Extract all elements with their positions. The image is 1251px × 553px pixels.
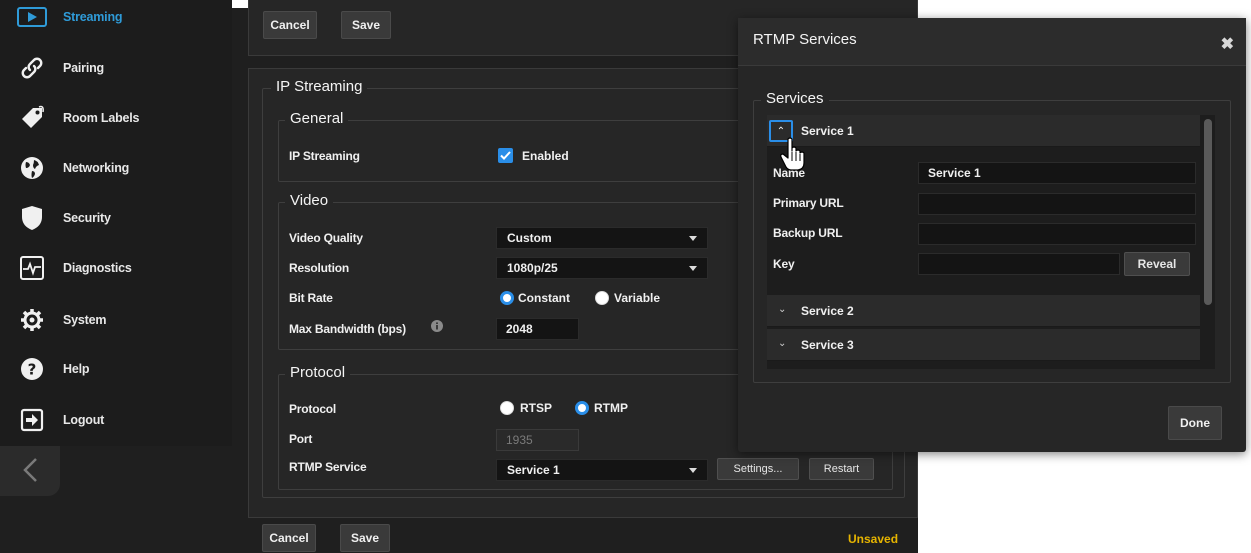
section-title-protocol: Protocol [285, 364, 351, 381]
sidebar-item-pairing[interactable]: Pairing [0, 43, 232, 93]
sidebar-item-help[interactable]: ? Help [0, 344, 232, 394]
sidebar-item-label: Logout [63, 413, 105, 427]
sidebar: Streaming Pairing Room Labels Networking… [0, 0, 232, 446]
service-1-header[interactable]: ⌃ Service 1 [767, 115, 1200, 147]
ip-streaming-checkbox[interactable] [498, 148, 513, 163]
backup-url-input[interactable] [918, 223, 1196, 245]
done-button[interactable]: Done [1168, 406, 1222, 440]
tag-icon [14, 105, 50, 131]
ip-streaming-label: IP Streaming [289, 149, 360, 163]
play-icon [14, 7, 50, 27]
save-button-bottom[interactable]: Save [340, 524, 390, 552]
modal-title: RTMP Services [753, 31, 857, 48]
pulse-icon [14, 256, 50, 280]
chevron-left-icon [21, 456, 39, 487]
services-list: ⌃ Service 1 Name Service 1 Primary URL B… [767, 115, 1215, 369]
hand-cursor-icon [780, 137, 806, 174]
save-button[interactable]: Save [341, 11, 391, 39]
protocol-rtsp-label: RTSP [520, 401, 553, 415]
sidebar-collapse-button[interactable] [0, 446, 60, 496]
service-2-title: Service 2 [801, 304, 854, 318]
shield-icon [14, 205, 50, 231]
cancel-button-bottom[interactable]: Cancel [262, 524, 316, 552]
resolution-value: 1080p/25 [507, 261, 558, 275]
key-label: Key [773, 257, 795, 271]
bitrate-constant-radio[interactable] [500, 291, 514, 305]
section-title-video: Video [285, 192, 334, 209]
caret-down-icon [689, 468, 697, 473]
sidebar-item-label: Security [63, 211, 111, 225]
service-1-title: Service 1 [801, 124, 854, 138]
service-3-title: Service 3 [801, 338, 854, 352]
sidebar-item-label: Help [63, 362, 90, 376]
bit-rate-label: Bit Rate [289, 291, 333, 305]
primary-url-label: Primary URL [773, 196, 844, 210]
sidebar-item-streaming[interactable]: Streaming [0, 0, 232, 42]
key-input[interactable] [918, 253, 1120, 275]
sidebar-item-networking[interactable]: Networking [0, 143, 232, 193]
rtmp-service-select[interactable]: Service 1 [496, 459, 708, 481]
svg-text:?: ? [28, 361, 37, 379]
section-title-general: General [285, 110, 349, 127]
protocol-label: Protocol [289, 402, 337, 416]
service-2-header[interactable]: ⌄ Service 2 [767, 295, 1200, 327]
gear-icon [14, 308, 50, 332]
sidebar-item-security[interactable]: Security [0, 193, 232, 243]
link-icon [14, 56, 50, 80]
max-bandwidth-label: Max Bandwidth (bps) [289, 322, 406, 336]
settings-button[interactable]: Settings... [717, 458, 799, 480]
globe-icon [14, 156, 50, 180]
services-scrollbar[interactable] [1204, 119, 1212, 305]
sidebar-item-label: Room Labels [63, 111, 140, 125]
protocol-rtmp-label: RTMP [594, 401, 628, 415]
close-icon[interactable]: ✖ [1221, 34, 1234, 54]
chevron-down-icon: ⌄ [778, 338, 787, 349]
service-3-header[interactable]: ⌄ Service 3 [767, 329, 1200, 361]
info-icon[interactable] [431, 320, 443, 335]
video-quality-value: Custom [507, 231, 552, 245]
primary-url-input[interactable] [918, 193, 1196, 215]
sidebar-item-diagnostics[interactable]: Diagnostics [0, 243, 232, 293]
bitrate-constant-label: Constant [518, 291, 570, 305]
video-quality-label: Video Quality [289, 231, 363, 245]
caret-down-icon [689, 266, 697, 271]
bitrate-variable-radio[interactable] [595, 291, 609, 305]
restart-button[interactable]: Restart [809, 458, 874, 480]
sidebar-item-room-labels[interactable]: Room Labels [0, 93, 232, 143]
unsaved-status: Unsaved [848, 532, 899, 546]
resolution-select[interactable]: 1080p/25 [496, 257, 708, 279]
logout-icon [14, 408, 50, 432]
sidebar-item-logout[interactable]: Logout [0, 395, 232, 445]
sidebar-item-system[interactable]: System [0, 295, 232, 345]
modal-header: RTMP Services ✖ [738, 18, 1246, 66]
help-icon: ? [14, 357, 50, 381]
service-name-input[interactable]: Service 1 [918, 162, 1196, 184]
services-section-title: Services [761, 90, 829, 107]
section-title-ip-streaming: IP Streaming [271, 78, 368, 95]
rtmp-services-modal: RTMP Services ✖ Services ⌃ Service 1 Nam… [738, 18, 1246, 452]
cancel-button[interactable]: Cancel [263, 11, 317, 39]
resolution-label: Resolution [289, 261, 349, 275]
sidebar-item-label: Pairing [63, 61, 104, 75]
sidebar-item-label: System [63, 313, 107, 327]
backup-url-label: Backup URL [773, 226, 843, 240]
sidebar-item-label: Diagnostics [63, 261, 132, 275]
sidebar-item-label: Networking [63, 161, 130, 175]
max-bandwidth-input[interactable]: 2048 [496, 318, 579, 340]
chevron-down-icon: ⌄ [778, 304, 787, 315]
enabled-label: Enabled [522, 149, 569, 163]
port-label: Port [289, 432, 313, 446]
rtmp-service-label: RTMP Service [289, 460, 367, 474]
video-quality-select[interactable]: Custom [496, 227, 708, 249]
caret-down-icon [689, 236, 697, 241]
sidebar-item-label: Streaming [63, 10, 123, 24]
rtmp-service-value: Service 1 [507, 463, 560, 477]
reveal-button[interactable]: Reveal [1124, 252, 1190, 276]
protocol-rtsp-radio[interactable] [500, 401, 514, 415]
bitrate-variable-label: Variable [614, 291, 661, 305]
protocol-rtmp-radio[interactable] [575, 401, 589, 415]
port-input[interactable]: 1935 [496, 429, 579, 451]
